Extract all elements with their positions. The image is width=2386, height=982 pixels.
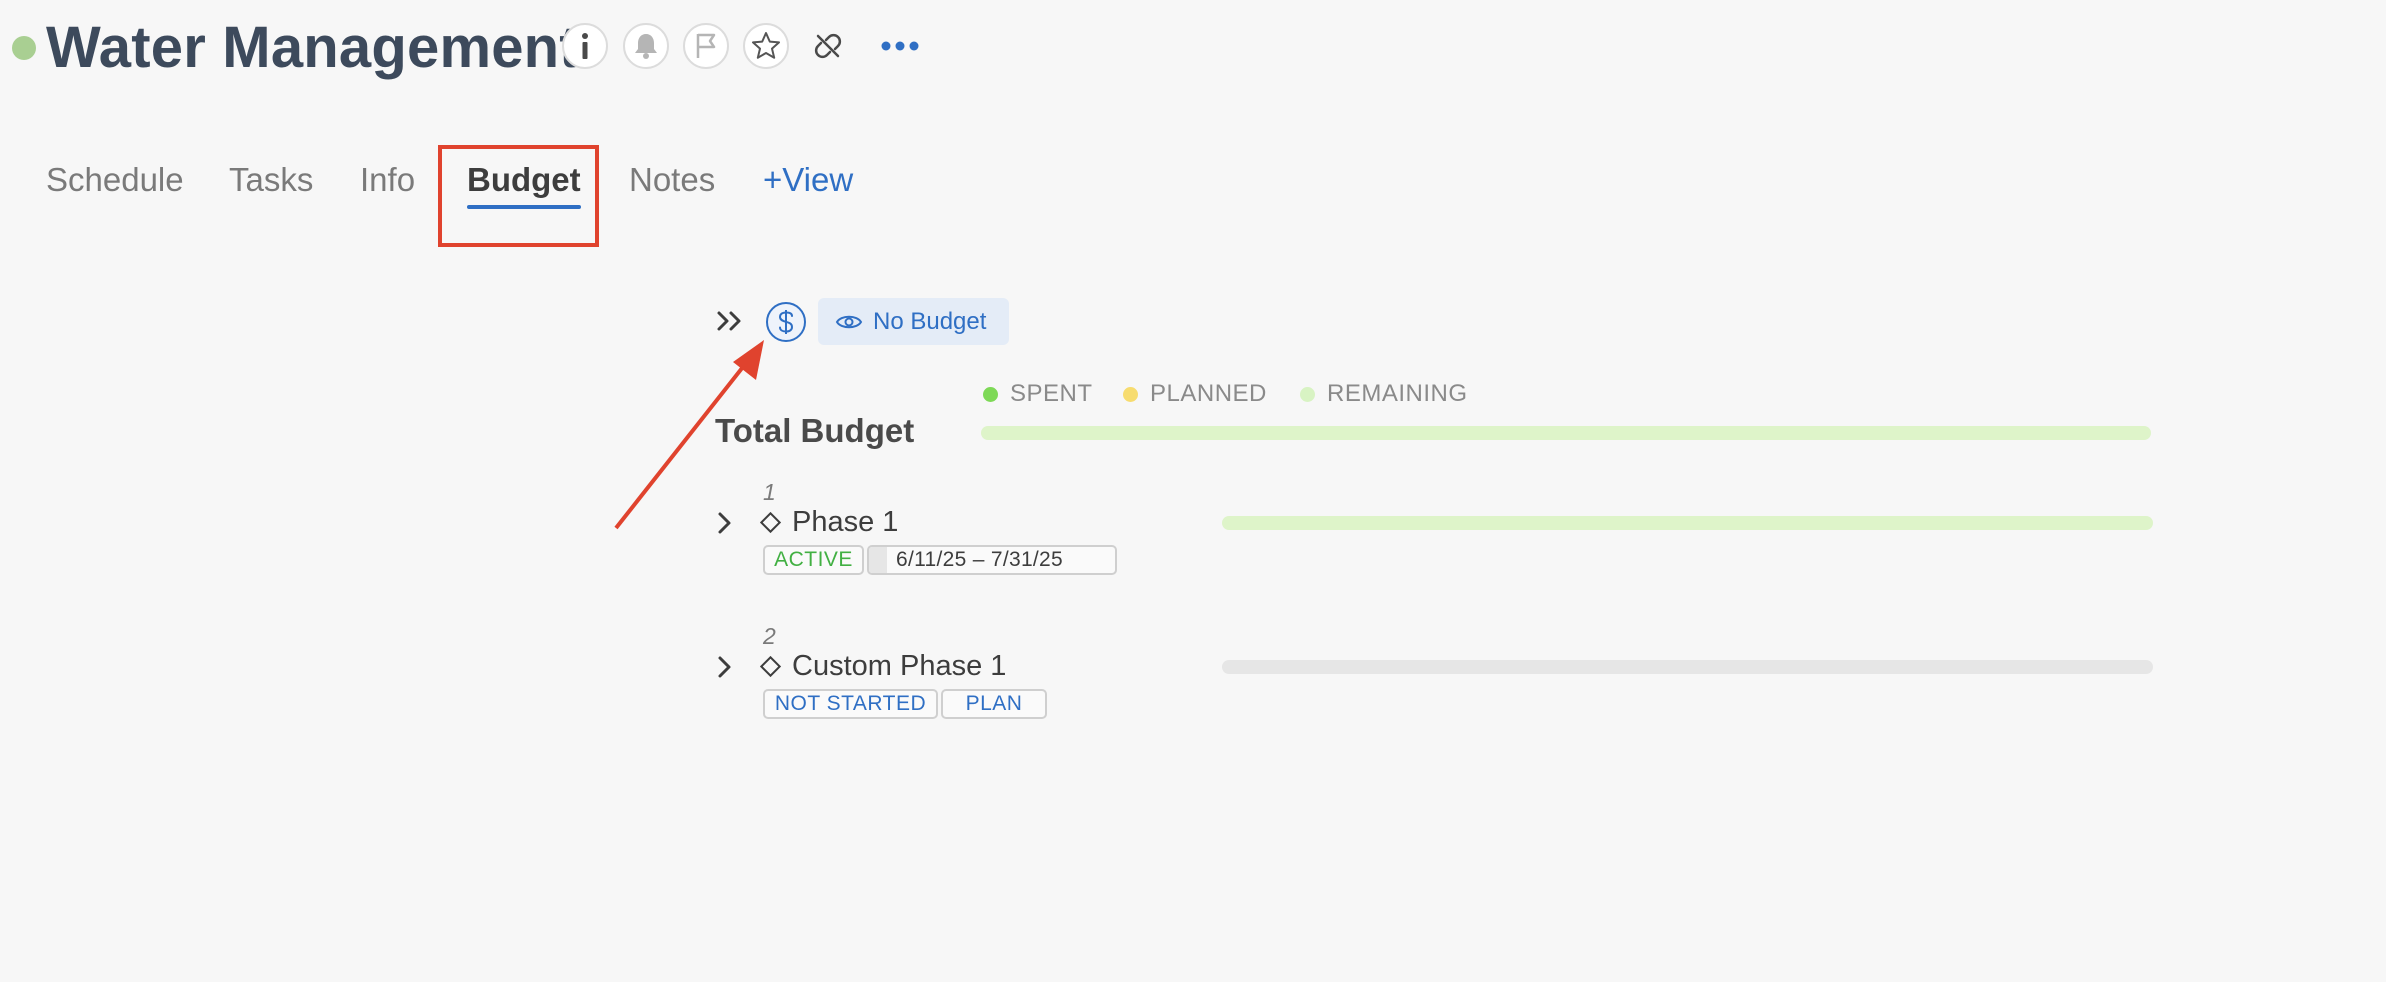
phase-1-date-range[interactable]: 6/11/25 – 7/31/25 bbox=[867, 545, 1117, 575]
bell-icon bbox=[635, 34, 657, 59]
project-title: Water Management bbox=[46, 15, 579, 80]
phase-2-name: Custom Phase 1 bbox=[792, 650, 1007, 682]
budget-filter-chip[interactable]: No Budget bbox=[818, 298, 1009, 345]
more-icon bbox=[881, 41, 919, 51]
legend-spent-label: SPENT bbox=[1010, 380, 1093, 407]
legend-planned-label: PLANNED bbox=[1150, 380, 1267, 407]
favorite-button[interactable] bbox=[743, 23, 789, 69]
star-icon bbox=[752, 32, 780, 59]
chevron-right-icon bbox=[718, 512, 731, 534]
budget-tab-highlight-box bbox=[438, 145, 599, 247]
legend-planned: PLANNED bbox=[1123, 380, 1267, 408]
phase-1-expand-button[interactable] bbox=[716, 511, 734, 540]
milestone-diamond-icon bbox=[759, 655, 782, 678]
legend-remaining-label: REMAINING bbox=[1327, 380, 1468, 407]
phase-2-plan-button[interactable]: PLAN bbox=[941, 689, 1047, 719]
legend-spent-dot bbox=[983, 386, 998, 402]
add-view-tab[interactable]: +View bbox=[763, 160, 853, 200]
info-icon bbox=[582, 33, 588, 59]
flag-icon bbox=[696, 33, 716, 58]
phase-1-name: Phase 1 bbox=[792, 506, 899, 538]
phase-2-budget-bar bbox=[1222, 660, 2153, 674]
legend-remaining-dot bbox=[1300, 386, 1315, 402]
tab-schedule[interactable]: Schedule bbox=[46, 160, 184, 200]
flag-button[interactable] bbox=[683, 23, 729, 69]
eye-icon bbox=[835, 315, 863, 328]
phase-1-number: 1 bbox=[763, 479, 776, 505]
phase-2-status-badge[interactable]: NOT STARTED bbox=[763, 689, 938, 719]
tab-info[interactable]: Info bbox=[360, 160, 415, 200]
more-options-button[interactable] bbox=[877, 23, 923, 69]
phase-2-number: 2 bbox=[763, 623, 776, 649]
notifications-button[interactable] bbox=[623, 23, 669, 69]
phase-1-title[interactable]: Phase 1 bbox=[759, 506, 899, 539]
chevron-right-icon bbox=[718, 656, 731, 678]
phase-2-expand-button[interactable] bbox=[716, 655, 734, 684]
legend-spent: SPENT bbox=[983, 380, 1093, 408]
total-budget-bar bbox=[981, 426, 2151, 440]
budget-filter-label: No Budget bbox=[873, 307, 987, 335]
phase-1-budget-bar bbox=[1222, 516, 2153, 530]
phase-2-title[interactable]: Custom Phase 1 bbox=[759, 650, 1007, 683]
unlink-button[interactable] bbox=[805, 23, 851, 69]
tab-tasks[interactable]: Tasks bbox=[229, 160, 313, 200]
legend-planned-dot bbox=[1123, 386, 1138, 402]
project-status-dot bbox=[12, 36, 36, 60]
unlink-icon bbox=[814, 33, 842, 59]
milestone-diamond-icon bbox=[759, 511, 782, 534]
tab-notes[interactable]: Notes bbox=[629, 160, 715, 200]
total-budget-label: Total Budget bbox=[715, 412, 915, 449]
info-button[interactable] bbox=[562, 23, 608, 69]
phase-1-status-badge[interactable]: ACTIVE bbox=[763, 545, 864, 575]
legend-remaining: REMAINING bbox=[1300, 380, 1468, 408]
